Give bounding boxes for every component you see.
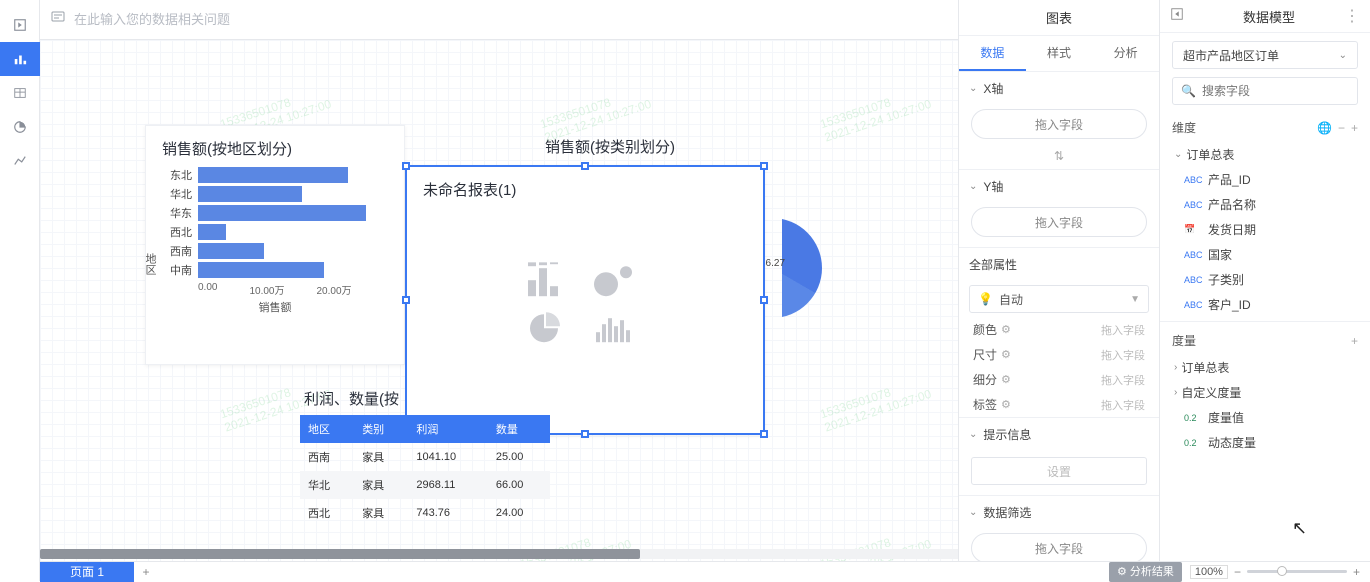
more-icon[interactable]: ⋮ (1344, 6, 1360, 26)
search-icon: 🔍 (1181, 84, 1196, 98)
cfg-yaxis-head[interactable]: ⌄Y轴 (959, 170, 1159, 203)
datamodel-select[interactable]: 超市产品地区订单⌄ (1172, 41, 1358, 69)
plus-icon[interactable]: + (1351, 121, 1358, 135)
resize-handle[interactable] (581, 162, 589, 170)
bar-y-axis-label: 地区 (142, 253, 158, 275)
rail-barchart-icon[interactable] (0, 42, 40, 76)
resize-handle[interactable] (581, 430, 589, 438)
meas-field[interactable]: 0.2动态度量 (1160, 430, 1370, 455)
analyze-result-button[interactable]: ⚙分析结果 (1109, 562, 1182, 582)
gear-icon[interactable]: ⚙ (1001, 398, 1011, 411)
dim-group-toggle[interactable]: ⌄订单总表 (1160, 142, 1370, 167)
gear-icon[interactable]: ⚙ (1001, 323, 1011, 336)
attr-color[interactable]: 颜色⚙拖入字段 (959, 317, 1159, 342)
tooltip-settings-button[interactable]: 设置 (971, 457, 1147, 485)
zoom-out-button[interactable]: − (1234, 565, 1241, 579)
dim-field[interactable]: ABC产品_ID (1160, 167, 1370, 192)
add-page-button[interactable]: + (134, 565, 158, 579)
cfg-tab-style[interactable]: 样式 (1026, 36, 1093, 71)
table-row[interactable]: 西南家具1041.1025.00 (300, 443, 550, 471)
table-row[interactable]: 西北家具743.7624.00 (300, 499, 550, 527)
dimension-header: 维度 🌐−+ (1160, 113, 1370, 142)
gear-icon[interactable]: ⚙ (1001, 373, 1011, 386)
profit-qty-table[interactable]: 利润、数量(按 地区 类别 利润 数量 西南家具1041.1025.00 华北家… (300, 380, 550, 527)
placeholder-bubble-icon (592, 262, 638, 298)
cfg-panel-title: 图表 (959, 0, 1159, 36)
dim-field[interactable]: ABC国家 (1160, 242, 1370, 267)
cfg-xaxis-head[interactable]: ⌄X轴 (959, 72, 1159, 105)
rail-collapse-icon[interactable] (0, 8, 40, 42)
zoom-in-button[interactable]: + (1353, 565, 1360, 579)
page-tab[interactable]: 页面 1 (40, 562, 134, 582)
bar-x-axis-label: 销售额 (162, 299, 388, 315)
plus-icon[interactable]: + (1351, 334, 1358, 348)
dim-field[interactable]: 📅发货日期 (1160, 217, 1370, 242)
yaxis-drop[interactable]: 拖入字段 (971, 207, 1147, 237)
dm-title: 数据模型 (1194, 7, 1344, 26)
meas-field[interactable]: 0.2度量值 (1160, 405, 1370, 430)
swap-axes-icon[interactable]: ⇅ (959, 149, 1159, 169)
dim-field[interactable]: ABC产品名称 (1160, 192, 1370, 217)
cfg-filter-head[interactable]: ⌄数据筛选 (959, 496, 1159, 529)
scrollbar-thumb[interactable] (40, 549, 640, 559)
zoom-slider[interactable] (1247, 570, 1347, 573)
field-search-input[interactable] (1202, 84, 1357, 98)
gear-icon: ⚙ (1117, 562, 1127, 582)
resize-handle[interactable] (760, 296, 768, 304)
zoom-percent[interactable]: 100% (1190, 565, 1228, 579)
attr-label[interactable]: 标签⚙拖入字段 (959, 392, 1159, 417)
resize-handle[interactable] (402, 162, 410, 170)
dim-field[interactable]: ABC子类别 (1160, 267, 1370, 292)
placeholder-pie-icon (526, 310, 572, 346)
table-row[interactable]: 华北家具2968.1166.00 (300, 471, 550, 499)
resize-handle[interactable] (402, 296, 410, 304)
attr-detail[interactable]: 细分⚙拖入字段 (959, 367, 1159, 392)
attr-size[interactable]: 尺寸⚙拖入字段 (959, 342, 1159, 367)
canvas-area[interactable]: 15336501078 2021-12-24 10:27:00 15336501… (40, 40, 958, 561)
meas-group-toggle[interactable]: ›订单总表 (1160, 355, 1370, 380)
field-search[interactable]: 🔍 (1172, 77, 1358, 105)
chart-type-picker (526, 262, 644, 346)
placeholder-bar-icon (526, 262, 572, 298)
zoom-thumb[interactable] (1277, 566, 1287, 576)
pie-chart-title: 销售额(按类别划分) (545, 136, 675, 157)
chevron-down-icon: ▼ (1130, 294, 1140, 305)
rail-line-icon[interactable] (0, 144, 40, 178)
canvas-h-scrollbar[interactable] (40, 549, 958, 559)
dim-field[interactable]: ABC客户_ID (1160, 292, 1370, 317)
cfg-allattr-head[interactable]: 全部属性 (959, 248, 1159, 281)
minus-icon[interactable]: − (1338, 121, 1345, 135)
gear-icon[interactable]: ⚙ (1001, 348, 1011, 361)
calendar-icon: 📅 (1184, 224, 1202, 235)
bar-chart-title: 销售额(按地区划分) (146, 126, 404, 163)
auto-chart-select[interactable]: 💡自动▼ (969, 285, 1149, 313)
placeholder-area-icon (592, 310, 638, 346)
rail-table-icon[interactable] (0, 76, 40, 110)
measure-header: 度量 + (1160, 326, 1370, 355)
filter-drop[interactable]: 拖入字段 (971, 533, 1147, 561)
bulb-icon: 💡 (978, 292, 993, 306)
question-input[interactable] (74, 12, 394, 27)
xaxis-drop[interactable]: 拖入字段 (971, 109, 1147, 139)
meas-group-toggle[interactable]: ›自定义度量 (1160, 380, 1370, 405)
cfg-tooltip-head[interactable]: ⌄提示信息 (959, 418, 1159, 451)
globe-icon[interactable]: 🌐 (1317, 121, 1332, 135)
cfg-tab-analyze[interactable]: 分析 (1092, 36, 1159, 71)
table-title: 利润、数量(按 (300, 380, 550, 415)
panel-collapse-icon[interactable] (1170, 7, 1184, 26)
bar-chart-card[interactable]: 销售额(按地区划分) 地区 东北 华北 华东 西北 西南 中南 0.00 10.… (145, 125, 405, 365)
rail-pie-icon[interactable] (0, 110, 40, 144)
chevron-down-icon: ⌄ (1339, 50, 1347, 61)
placeholder-title: 未命名报表(1) (407, 167, 763, 204)
resize-handle[interactable] (760, 162, 768, 170)
question-icon (50, 9, 66, 30)
cfg-tab-data[interactable]: 数据 (959, 36, 1026, 71)
resize-handle[interactable] (760, 430, 768, 438)
